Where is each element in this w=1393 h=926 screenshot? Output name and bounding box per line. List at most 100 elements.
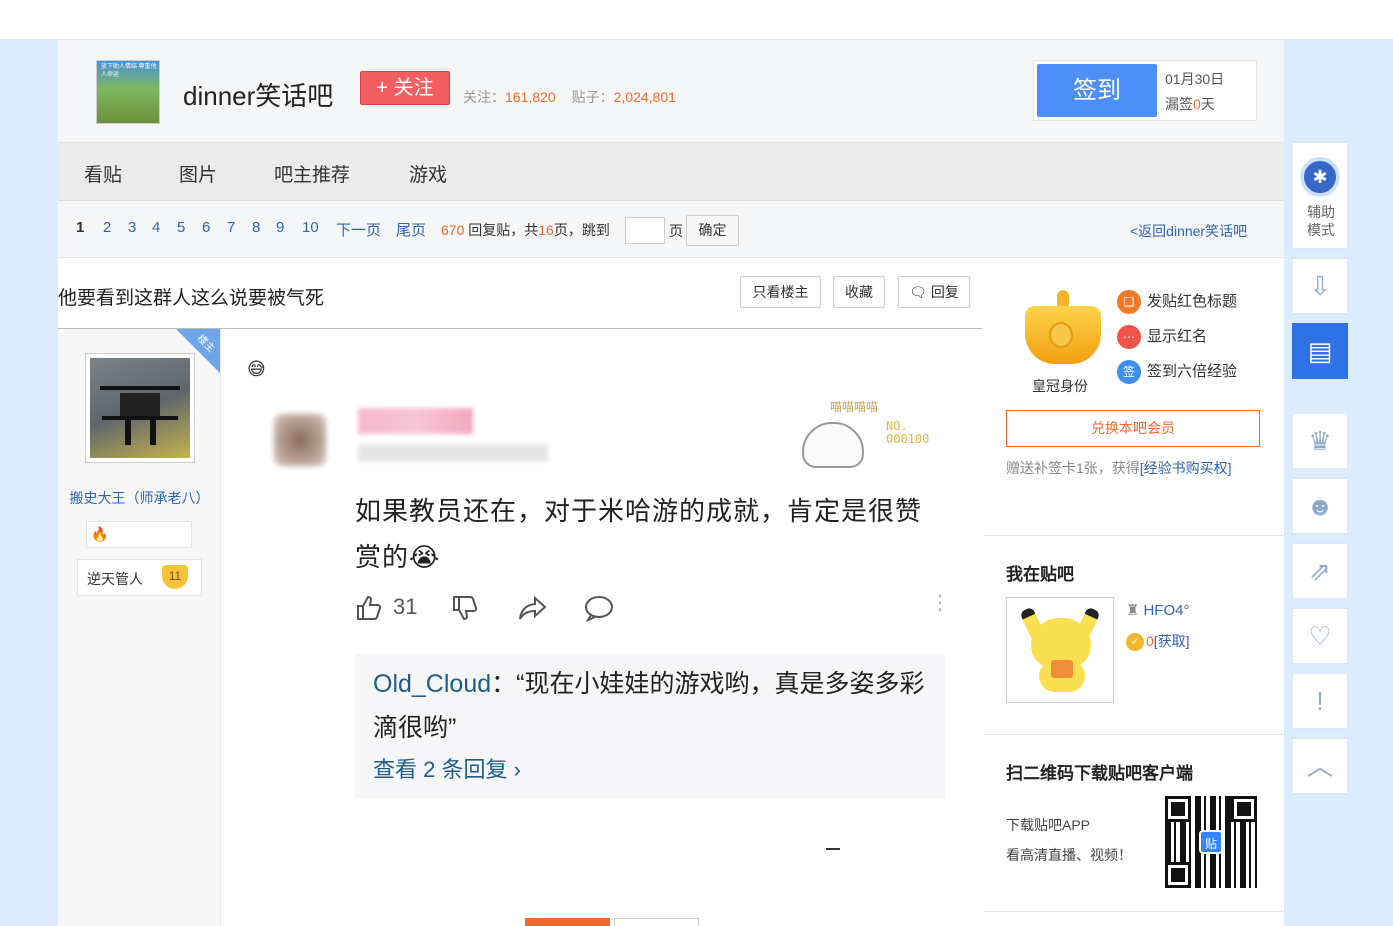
screenshot-comment-text: 如果教员还在，对于米哈游的成就，肯定是很赞赏的😭 xyxy=(355,488,945,580)
signin-missed: 漏签0天 xyxy=(1165,94,1215,114)
rail-back-to-top-button[interactable]: ︿ xyxy=(1292,738,1348,794)
more-icon: ⋮ xyxy=(930,592,950,614)
cat-icon xyxy=(802,422,864,468)
nav-tab-games[interactable]: 游戏 xyxy=(409,160,447,187)
nav-tab-posts[interactable]: 看贴 xyxy=(84,160,122,187)
exp-book-link[interactable]: [经验书购买权] xyxy=(1140,460,1232,476)
reply-button[interactable]: 🗨 回复 xyxy=(898,276,970,308)
thumbs-up-icon xyxy=(355,594,383,628)
bottom-action-button-2[interactable] xyxy=(614,918,699,926)
post-body: 😅 喵喵喵喵 NO. 000100 如果教员还在，对于米哈游的成就，肯定是很赞赏… xyxy=(221,329,982,926)
forum-avatar[interactable]: 放下助人情结 尊重他人命运 xyxy=(96,60,160,124)
pager-info: 670 回复贴，共16页，跳到 xyxy=(441,220,610,240)
jump-page-input[interactable] xyxy=(625,217,665,244)
page-link-10[interactable]: 10 xyxy=(302,219,319,236)
nav-tab-recommended[interactable]: 吧主推荐 xyxy=(274,160,350,187)
qr-logo: 贴 xyxy=(1199,830,1223,854)
signin-miss-count: 0 xyxy=(1193,96,1201,112)
get-exp-link[interactable]: [获取] xyxy=(1154,633,1190,649)
page-link-9[interactable]: 9 xyxy=(276,219,284,236)
rail-bear-button[interactable]: ☻ xyxy=(1292,478,1348,534)
follow-button[interactable]: + 关注 xyxy=(360,71,450,105)
blurred-username xyxy=(358,408,473,434)
crown-icon xyxy=(1021,288,1105,372)
perk-red-name: ⋯ 显示红名 xyxy=(1117,325,1207,350)
chevron-up-icon: ︿ xyxy=(1306,751,1333,781)
rail-magic-button[interactable]: ♛ xyxy=(1292,413,1348,469)
share-icon xyxy=(517,594,549,628)
last-page-link[interactable]: 尾页 xyxy=(396,219,426,240)
rail-report-button[interactable]: ! xyxy=(1292,673,1348,729)
drone-icon xyxy=(100,386,180,445)
comment-icon xyxy=(583,594,615,628)
forum-stats: 关注：161,820 贴子：2,024,801 xyxy=(463,87,676,107)
forum-nav: 看贴 图片 吧主推荐 游戏 xyxy=(58,143,1284,201)
back-to-forum-link[interactable]: <返回dinner笑话吧 xyxy=(1130,221,1247,241)
rail-chat-button[interactable]: ▤ xyxy=(1292,323,1348,379)
bottom-action-button-1[interactable] xyxy=(525,918,610,926)
share-icon: ⇗ xyxy=(1309,556,1331,586)
next-page-link[interactable]: 下一页 xyxy=(336,219,381,240)
page-link-7[interactable]: 7 xyxy=(227,219,235,236)
assist-mode-button[interactable]: ✱ 辅助模式 xyxy=(1292,142,1348,249)
qr-title: 扫二维码下载贴吧客户端 xyxy=(1006,764,1193,783)
signin-button[interactable]: 签到 xyxy=(1037,64,1157,117)
rail-download-button[interactable]: ⇩ xyxy=(1292,258,1348,314)
rail-like-button[interactable]: ♡ xyxy=(1292,608,1348,664)
download-line-1: 下载贴吧APP xyxy=(1006,817,1091,833)
screenshot-dash xyxy=(826,848,840,850)
gift-text: 赠送补签卡1张，获得[经验书购买权] xyxy=(1006,458,1232,478)
signin-box: 签到 01月30日 漏签0天 xyxy=(1033,60,1257,121)
cat-meow-text: 喵喵喵喵 xyxy=(830,400,879,414)
sign-icon: 签 xyxy=(1117,360,1141,385)
pager: 1 2 3 4 5 6 7 8 9 10 下一页 尾页 670 回复贴，共16页… xyxy=(58,201,1284,258)
op-tag: 楼主 xyxy=(176,329,220,373)
crying-emoji: 😭 xyxy=(409,542,441,572)
author-badge[interactable]: 🔥 xyxy=(86,521,192,548)
my-forum-title: 我在贴吧 xyxy=(1006,565,1074,584)
followers-count: 161,820 xyxy=(505,89,556,105)
favorite-button[interactable]: 收藏 xyxy=(833,276,885,308)
signin-date: 01月30日 xyxy=(1165,71,1225,87)
page-label: 页，跳到 xyxy=(553,222,610,238)
page-link-6[interactable]: 6 xyxy=(202,219,210,236)
forum-name[interactable]: dinner笑话吧 xyxy=(183,76,333,113)
page-link-2[interactable]: 2 xyxy=(103,219,111,236)
author-name[interactable]: 搬史大王（师承老八） xyxy=(58,488,221,508)
my-avatar[interactable] xyxy=(1006,597,1114,703)
bookmark-icon: ❏ xyxy=(1117,290,1141,315)
reply-label: 回复贴，共 xyxy=(468,222,539,238)
castle-icon: ♜ xyxy=(1126,602,1140,619)
exchange-membership-button[interactable]: 兑换本吧会员 xyxy=(1006,410,1260,447)
jump-unit: 页 xyxy=(669,223,683,239)
page-link-5[interactable]: 5 xyxy=(177,219,185,236)
screenshot-reply-user: Old_Cloud xyxy=(373,670,492,698)
page-link-3[interactable]: 3 xyxy=(128,219,136,236)
assist-mode-label: 辅助模式 xyxy=(1307,204,1335,238)
reply-button-label: 回复 xyxy=(930,284,959,300)
only-op-button[interactable]: 只看楼主 xyxy=(740,276,821,308)
nav-tab-images[interactable]: 图片 xyxy=(179,160,217,187)
jump-confirm-button[interactable]: 确定 xyxy=(686,215,739,246)
perk-six-exp-label: 签到六倍经验 xyxy=(1147,363,1238,380)
report-icon: ! xyxy=(1316,686,1324,716)
fire-icon: 🔥 xyxy=(91,526,109,542)
blurred-avatar xyxy=(274,414,326,466)
page-link-4[interactable]: 4 xyxy=(152,219,160,236)
cat-decoration: 喵喵喵喵 NO. 000100 xyxy=(794,396,944,472)
pikachu-icon xyxy=(1019,606,1101,692)
page-link-8[interactable]: 8 xyxy=(252,219,260,236)
heart-icon: ♡ xyxy=(1308,621,1332,651)
page-background-left xyxy=(0,40,58,926)
my-level[interactable]: ♜ HFO4° xyxy=(1126,601,1189,619)
forum-avatar-caption: 放下助人情结 尊重他人命运 xyxy=(101,64,157,78)
post-title-bar: 他要看到这群人这么说要被气死 只看楼主 收藏 🗨 回复 xyxy=(58,258,982,329)
post-screenshot[interactable]: 喵喵喵喵 NO. 000100 如果教员还在，对于米哈游的成就，肯定是很赞赏的😭… xyxy=(266,392,950,926)
magic-hat-icon: ♛ xyxy=(1308,426,1332,456)
rail-share-button[interactable]: ⇗ xyxy=(1292,543,1348,599)
my-exp-value: 0 xyxy=(1146,633,1154,649)
author-level[interactable]: 逆天管人 11 xyxy=(77,559,202,596)
posts-label: 贴子： xyxy=(571,89,614,105)
likes-count: 31 xyxy=(393,594,418,619)
perk-six-exp: 签签到六倍经验 xyxy=(1117,360,1238,385)
